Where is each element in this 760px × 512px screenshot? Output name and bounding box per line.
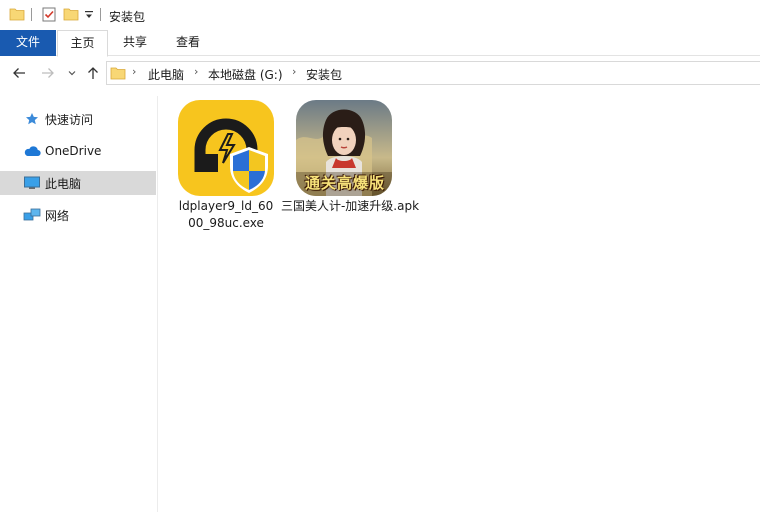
folder-icon[interactable] [9, 6, 25, 25]
window-title: 安装包 [109, 10, 146, 24]
sidebar-item-label: 网络 [45, 208, 70, 223]
chevron-right-icon[interactable]: › [194, 65, 198, 78]
properties-icon[interactable] [41, 6, 57, 25]
breadcrumb-local-disk[interactable]: 本地磁盘 (G:) [208, 66, 283, 83]
computer-icon [23, 175, 41, 191]
breadcrumb-this-pc[interactable]: 此电脑 [148, 66, 184, 83]
address-bar[interactable] [106, 61, 760, 85]
new-folder-icon[interactable] [63, 6, 79, 25]
customize-dropdown-icon[interactable] [84, 9, 94, 23]
file-name: 三国美人计-加速升级.apk [275, 198, 425, 215]
tab-home[interactable]: 主页 [57, 30, 108, 57]
tab-file[interactable]: 文件 [0, 30, 56, 56]
file-name-line: 00_98uc.exe [188, 216, 264, 230]
sidebar-item-label: 快速访问 [45, 112, 94, 127]
file-name: ldplayer9_ld_60 00_98uc.exe [161, 198, 291, 232]
separator [31, 8, 32, 21]
cloud-icon [23, 143, 41, 159]
file-name-line: 三国美人计-加速升级.apk [280, 199, 420, 213]
sidebar-item-label: 此电脑 [45, 176, 82, 191]
chevron-right-icon[interactable]: › [292, 65, 296, 78]
network-icon [23, 207, 41, 223]
tab-share[interactable]: 共享 [113, 30, 157, 56]
back-arrow-icon[interactable] [10, 64, 28, 82]
file-name-line: ldplayer9_ld_60 [178, 199, 274, 213]
game-badge-text: 通关高爆版 [304, 174, 385, 192]
ldplayer-installer-icon [178, 100, 274, 196]
ribbon-tabs: 文件 主页 共享 查看 [0, 30, 760, 57]
folder-icon [110, 65, 126, 84]
sidebar-item-this-pc[interactable]: 此电脑 [0, 171, 156, 195]
separator [100, 8, 101, 21]
chevron-right-icon[interactable]: › [132, 65, 136, 78]
tab-view[interactable]: 查看 [166, 30, 210, 56]
up-arrow-icon[interactable] [84, 64, 102, 82]
sidebar-item-quick-access[interactable]: 快速访问 [0, 107, 156, 131]
sidebar-item-label: OneDrive [45, 144, 102, 158]
navigation-pane: 快速访问 OneDrive 此电脑 网络 [0, 96, 158, 512]
sidebar-item-network[interactable]: 网络 [0, 203, 156, 227]
star-icon [23, 111, 41, 127]
title-bar: 安装包 [0, 0, 760, 30]
breadcrumb-installers[interactable]: 安装包 [306, 66, 342, 83]
sidebar-item-onedrive[interactable]: OneDrive [0, 139, 156, 163]
game-apk-icon: 通关高爆版 [296, 100, 392, 196]
recent-locations-chevron-icon[interactable] [63, 64, 81, 82]
forward-arrow-icon[interactable] [39, 64, 57, 82]
